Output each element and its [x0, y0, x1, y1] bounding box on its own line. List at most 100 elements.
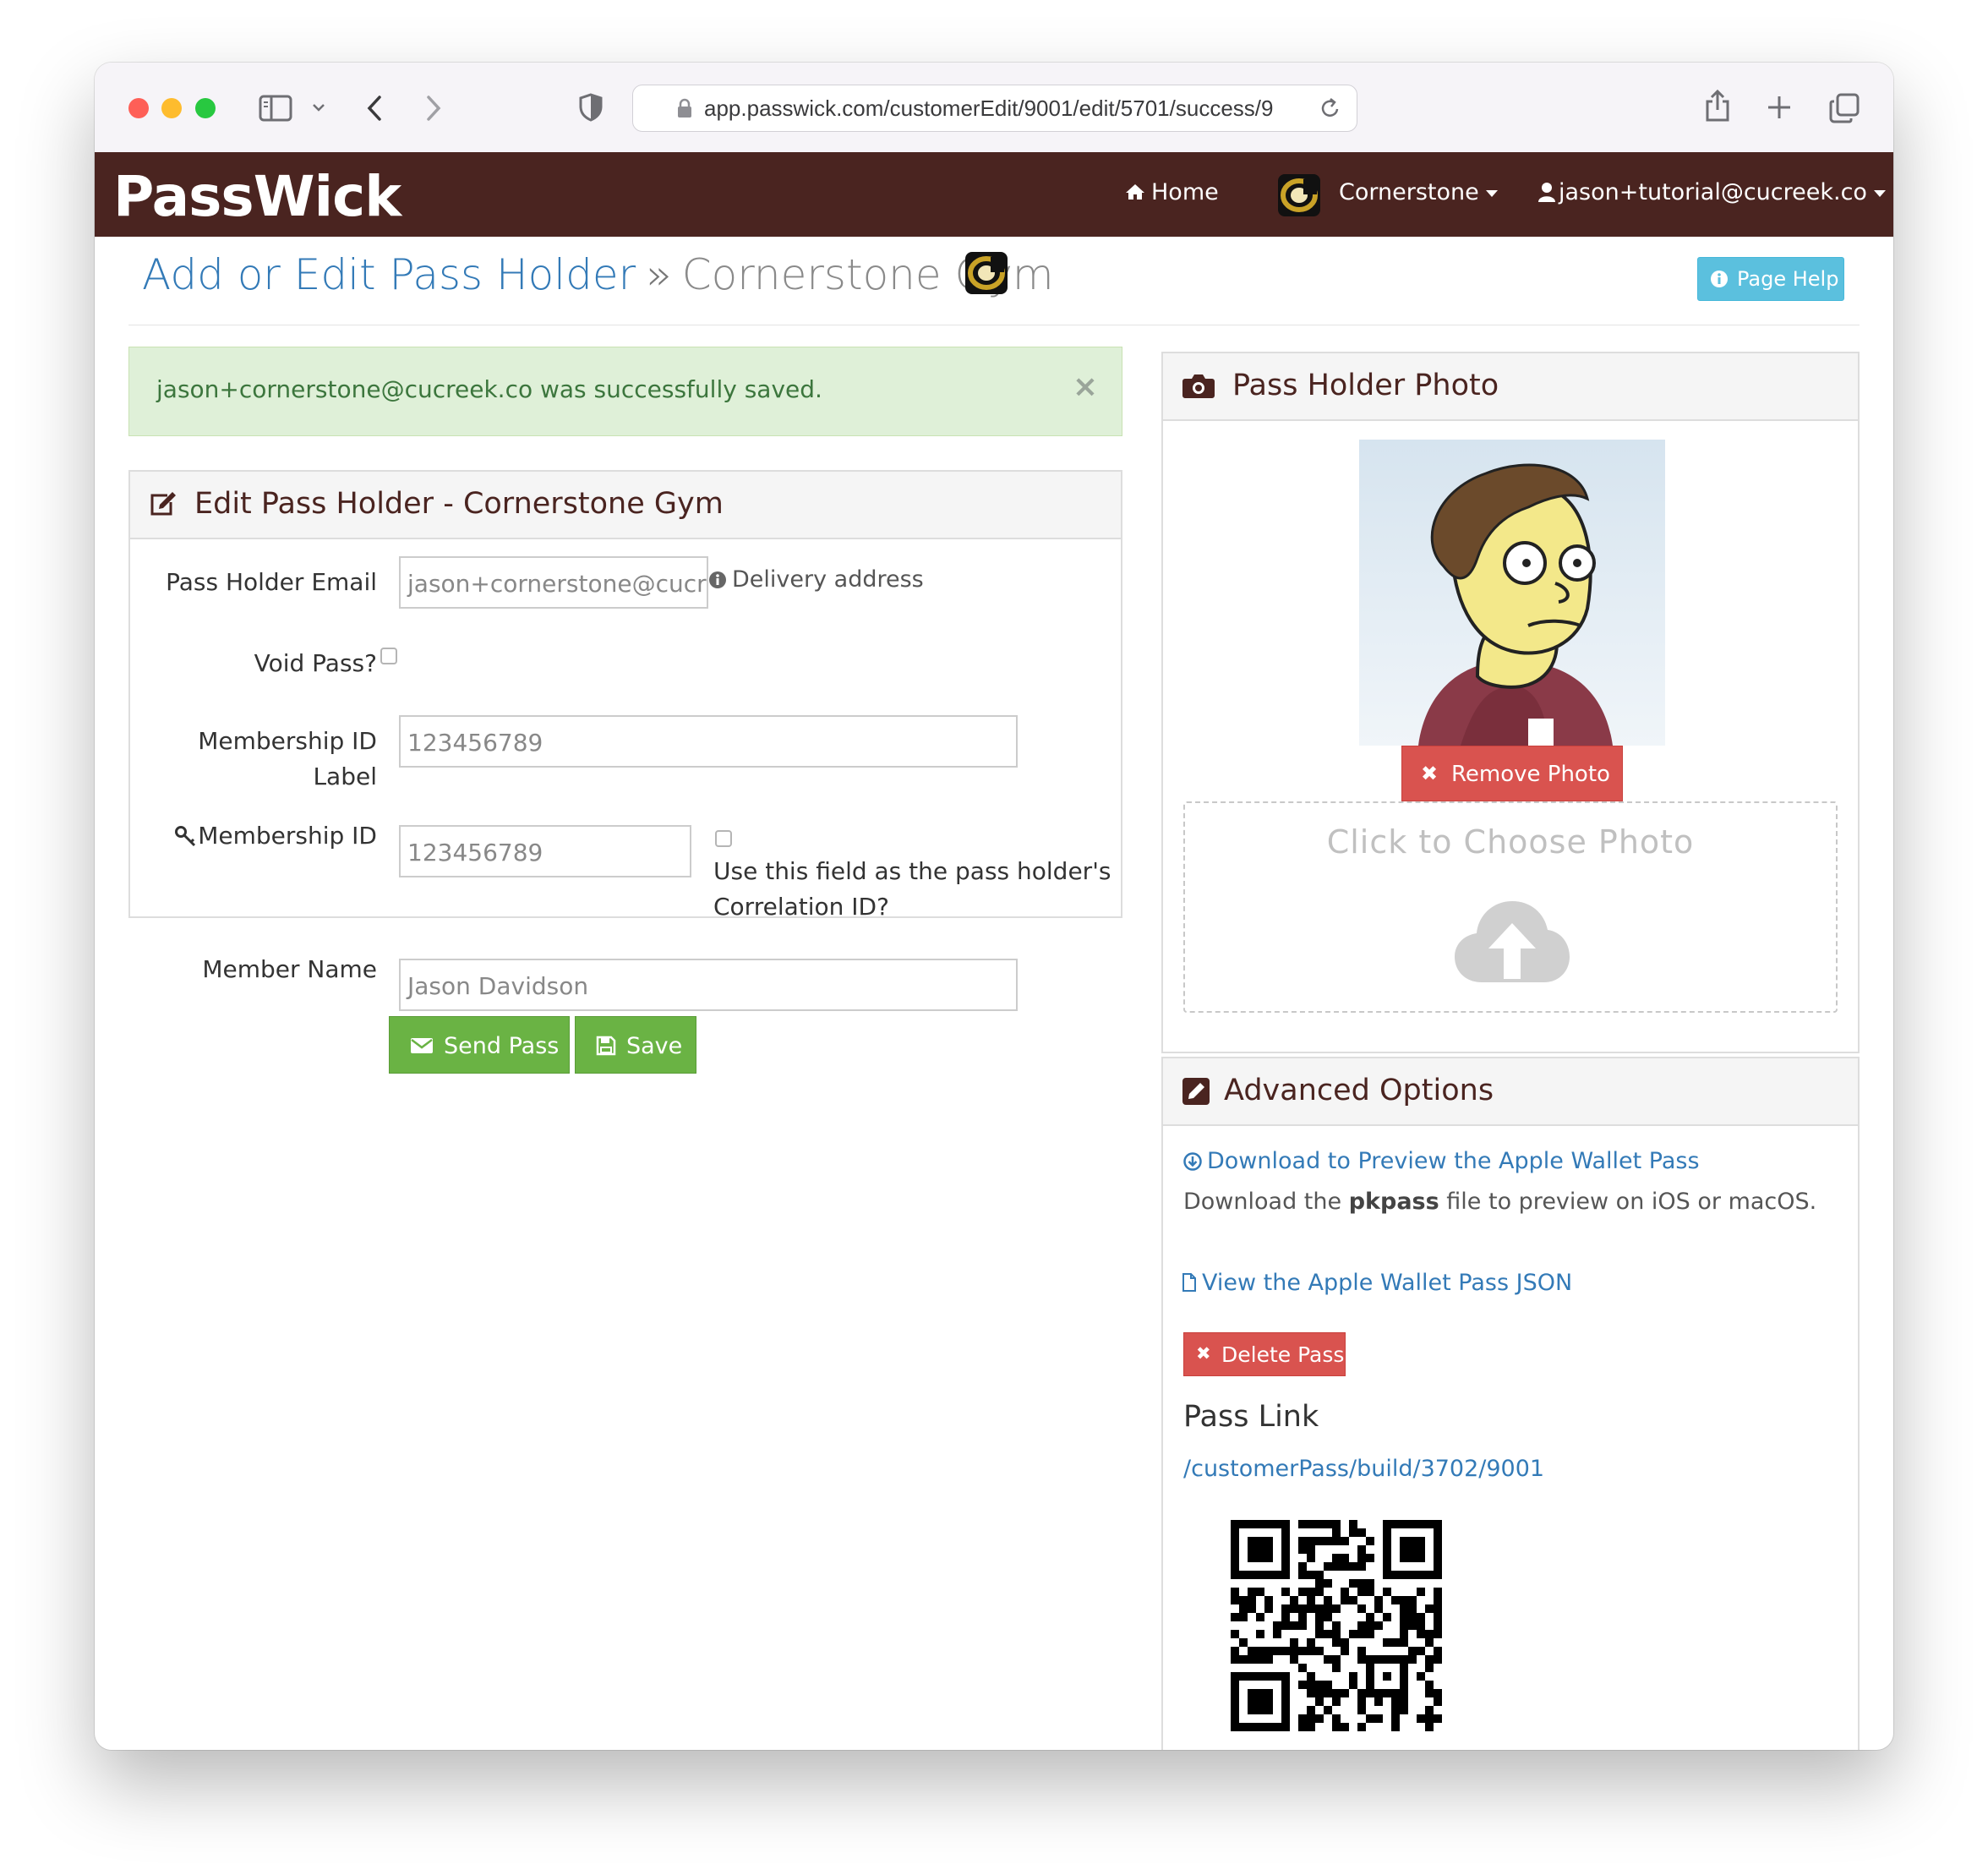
url-text: app.passwick.com/customerEdit/9001/edit/… [704, 96, 1274, 121]
email-hint-text: Delivery address [732, 566, 924, 593]
floppy-icon [596, 1036, 616, 1056]
back-icon[interactable] [365, 95, 384, 122]
browser-toolbar: app.passwick.com/customerEdit/9001/edit/… [95, 63, 1893, 153]
key-icon [175, 826, 196, 847]
edit-pass-holder-panel: Edit Pass Holder - Cornerstone Gym Pass … [128, 470, 1122, 1074]
browser-window: app.passwick.com/customerEdit/9001/edit/… [95, 63, 1893, 1750]
member-name-field[interactable]: Jason Davidson [399, 959, 1018, 1011]
panel-title: Pass Holder Photo [1232, 369, 1499, 402]
panel-header: Edit Pass Holder - Cornerstone Gym [130, 472, 1121, 539]
zoom-window-button[interactable] [195, 98, 216, 118]
panel-header: Pass Holder Photo [1163, 353, 1858, 421]
download-preview-label: Download to Preview the Apple Wallet Pas… [1207, 1148, 1700, 1174]
advanced-options-panel: Advanced Options Download to Preview the… [1161, 1057, 1860, 1750]
membership-id-label-line1: Membership ID [198, 727, 377, 755]
download-desc-prefix: Download the [1183, 1189, 1342, 1215]
void-pass-checkbox[interactable] [380, 648, 397, 664]
app-navbar: PassWick Home Cornerstone jason+tutorial… [95, 152, 1893, 237]
info-icon [709, 571, 726, 588]
caret-down-icon [1485, 189, 1498, 197]
edit-icon [150, 492, 176, 516]
org-dropdown-label: Cornerstone [1339, 179, 1479, 205]
nav-home-label: Home [1151, 179, 1219, 205]
download-description: Download the pkpass file to preview on i… [1183, 1189, 1816, 1215]
correlation-id-label: Use this field as the pass holder's Corr… [713, 854, 1111, 925]
shield-icon[interactable] [578, 93, 604, 122]
view-json-link[interactable]: View the Apple Wallet Pass JSON [1182, 1270, 1572, 1296]
email-field[interactable]: jason+cornerstone@cucreek.co [399, 556, 708, 609]
user-dropdown-label: jason+tutorial@cucreek.co [1559, 179, 1867, 205]
panel-title: Edit Pass Holder - Cornerstone Gym [194, 487, 724, 521]
dropzone-text: Click to Choose Photo [1326, 823, 1695, 861]
page-title: Add or Edit Pass Holder» Cornerstone Gym [142, 250, 1054, 299]
pass-holder-photo-panel: Pass Holder Photo ✖ Remove Photo Click t… [1161, 352, 1860, 1053]
qr-code-icon [1231, 1520, 1442, 1731]
email-label: Pass Holder Email [166, 568, 377, 596]
close-icon: ✖ [1421, 762, 1439, 785]
download-desc-suffix: file to preview on iOS or macOS. [1446, 1189, 1817, 1215]
download-icon [1183, 1152, 1202, 1171]
membership-id-field[interactable]: 123456789 [399, 825, 691, 877]
send-pass-button[interactable]: Send Pass [389, 1016, 570, 1074]
page-help-label: Page Help [1737, 267, 1839, 291]
correlation-line1: Use this field as the pass holder's [713, 857, 1111, 885]
brand-logo[interactable]: PassWick [113, 164, 401, 229]
membership-id-label-label: Membership ID Label [198, 724, 377, 795]
correlation-line2: Correlation ID? [713, 893, 889, 921]
remove-photo-label: Remove Photo [1451, 762, 1610, 787]
user-dropdown[interactable]: jason+tutorial@cucreek.co [1538, 179, 1886, 205]
lock-icon [678, 98, 691, 118]
close-icon: ✖ [1196, 1343, 1211, 1364]
save-label: Save [626, 1033, 683, 1059]
remove-photo-button[interactable]: ✖ Remove Photo [1401, 746, 1623, 801]
chevron-down-icon[interactable] [311, 101, 326, 113]
membership-id-label-line2: Label [313, 763, 377, 790]
view-json-label: View the Apple Wallet Pass JSON [1202, 1270, 1573, 1296]
save-button[interactable]: Save [575, 1016, 696, 1074]
download-preview-link[interactable]: Download to Preview the Apple Wallet Pas… [1183, 1148, 1700, 1174]
void-pass-label: Void Pass? [254, 649, 377, 677]
cloud-upload-icon [1455, 901, 1570, 982]
delete-pass-label: Delete Pass [1221, 1342, 1345, 1367]
panel-header: Advanced Options [1163, 1058, 1858, 1126]
pass-holder-photo [1359, 440, 1665, 746]
envelope-icon [411, 1038, 433, 1053]
membership-id-label-text: Membership ID [198, 822, 377, 850]
home-icon [1126, 184, 1144, 200]
org-avatar [1278, 174, 1320, 216]
info-icon [1711, 271, 1728, 287]
page-help-button[interactable]: Page Help [1697, 257, 1844, 301]
tabs-icon[interactable] [1829, 93, 1860, 123]
caret-down-icon [1873, 189, 1886, 197]
user-icon [1538, 183, 1555, 202]
plus-icon[interactable] [1767, 95, 1792, 120]
pass-link-url[interactable]: /customerPass/build/3702/9001 [1183, 1456, 1544, 1482]
minimize-window-button[interactable] [161, 98, 182, 118]
breadcrumb-separator: » [646, 250, 672, 299]
pass-link-heading: Pass Link [1183, 1400, 1319, 1434]
success-alert: jason+cornerstone@cucreek.co was success… [128, 347, 1122, 436]
share-icon[interactable] [1704, 88, 1731, 123]
pencil-square-icon [1182, 1078, 1210, 1105]
email-hint: Delivery address [708, 566, 924, 593]
close-icon[interactable]: × [1073, 369, 1098, 404]
gym-logo [965, 252, 1008, 294]
member-name-label: Member Name [202, 955, 377, 983]
page-title-main: Add or Edit Pass Holder [142, 250, 636, 299]
camera-icon [1182, 374, 1215, 398]
membership-id-label: Membership ID [174, 822, 377, 850]
membership-id-label-field[interactable]: 123456789 [399, 715, 1018, 768]
photo-dropzone[interactable]: Click to Choose Photo [1183, 801, 1838, 1013]
download-desc-bold: pkpass [1348, 1189, 1439, 1215]
close-window-button[interactable] [128, 98, 149, 118]
nav-home[interactable]: Home [1124, 179, 1219, 205]
sidebar-icon[interactable] [259, 95, 292, 122]
reload-icon[interactable] [1319, 96, 1341, 120]
address-bar[interactable]: app.passwick.com/customerEdit/9001/edit/… [632, 85, 1357, 132]
alert-message: jason+cornerstone@cucreek.co was success… [156, 375, 822, 403]
forward-icon[interactable] [424, 95, 443, 122]
org-dropdown[interactable]: Cornerstone [1339, 179, 1498, 205]
correlation-id-checkbox[interactable] [715, 830, 732, 847]
delete-pass-button[interactable]: ✖ Delete Pass [1183, 1332, 1346, 1376]
send-pass-label: Send Pass [444, 1033, 560, 1059]
